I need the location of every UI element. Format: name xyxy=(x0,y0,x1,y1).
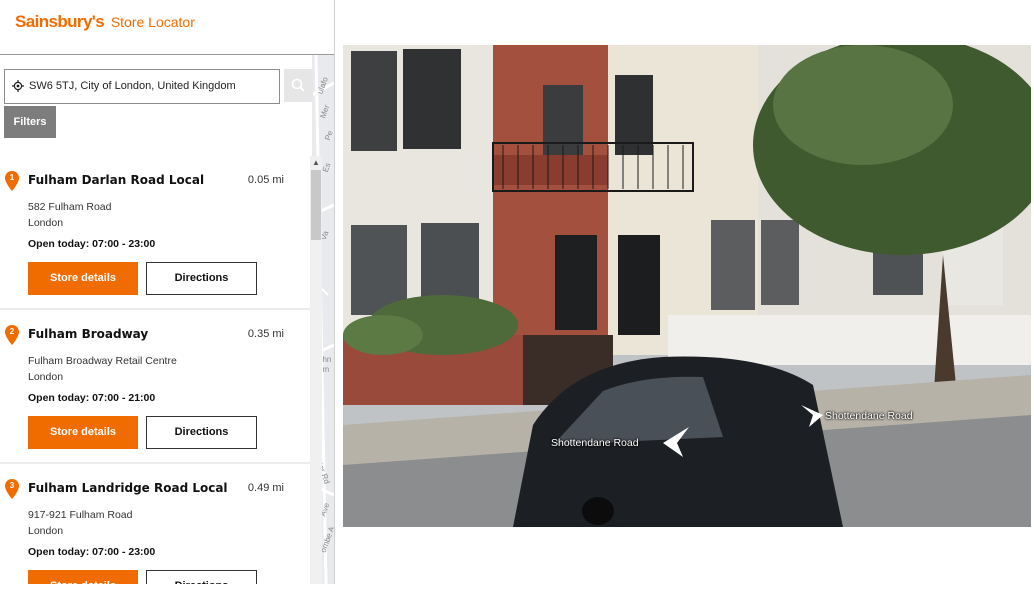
navigate-left-arrow-icon[interactable] xyxy=(659,427,691,461)
map-pin-icon: 3 xyxy=(5,479,19,499)
store-distance: 0.05 mi xyxy=(247,174,284,186)
search-input[interactable] xyxy=(29,76,273,96)
map-pin-icon: 1 xyxy=(5,171,19,191)
navigate-right-arrow-icon[interactable] xyxy=(799,403,825,429)
scroll-up-icon[interactable]: ▲ xyxy=(312,158,320,167)
map-pin-icon: 2 xyxy=(5,325,19,345)
search-box xyxy=(4,69,280,104)
store-distance: 0.49 mi xyxy=(247,482,284,494)
directions-button[interactable]: Directions xyxy=(146,416,257,449)
store-hours: Open today: 07:00 - 21:00 xyxy=(28,392,156,404)
search-icon xyxy=(291,78,305,92)
header: Sainsbury's Store Locator xyxy=(0,0,334,55)
scroll-thumb[interactable] xyxy=(311,170,321,240)
store-city: London xyxy=(28,525,64,537)
store-details-button[interactable]: Store details xyxy=(28,570,138,584)
road-label: Shottendane Road xyxy=(825,410,913,422)
directions-button[interactable]: Directions xyxy=(146,570,257,584)
filters-button[interactable]: Filters xyxy=(4,106,56,138)
list-item: 2 Fulham Broadway 0.35 mi Fulham Broadwa… xyxy=(0,310,310,464)
store-address: 582 Fulham Road xyxy=(28,201,112,213)
crosshair-location-icon[interactable] xyxy=(12,80,24,92)
search-button[interactable] xyxy=(284,69,313,102)
brand-logo[interactable]: Sainsbury's Store Locator xyxy=(15,12,195,32)
store-name[interactable]: Fulham Broadway xyxy=(28,327,148,341)
store-details-button[interactable]: Store details xyxy=(28,262,138,295)
list-item: 1 Fulham Darlan Road Local 0.05 mi 582 F… xyxy=(0,156,310,310)
store-locator-panel: Sainsbury's Store Locator ulafo Mer Pe E… xyxy=(0,0,335,584)
store-hours: Open today: 07:00 - 23:00 xyxy=(28,546,156,558)
store-name[interactable]: Fulham Landridge Road Local xyxy=(28,481,228,495)
store-address: Fulham Broadway Retail Centre xyxy=(28,355,177,367)
list-scrollbar[interactable]: ▲ xyxy=(310,156,322,584)
store-hours: Open today: 07:00 - 23:00 xyxy=(28,238,156,250)
store-list: 1 Fulham Darlan Road Local 0.05 mi 582 F… xyxy=(0,156,310,584)
store-name[interactable]: Fulham Darlan Road Local xyxy=(28,173,204,187)
store-details-button[interactable]: Store details xyxy=(28,416,138,449)
road-label: Shottendane Road xyxy=(551,437,639,449)
directions-button[interactable]: Directions xyxy=(146,262,257,295)
store-city: London xyxy=(28,217,64,229)
store-city: London xyxy=(28,371,64,383)
store-distance: 0.35 mi xyxy=(247,328,284,340)
list-item: 3 Fulham Landridge Road Local 0.49 mi 91… xyxy=(0,464,310,584)
store-address: 917-921 Fulham Road xyxy=(28,509,133,521)
street-view-panel[interactable]: Shottendane Road Shottendane Road xyxy=(343,45,1031,527)
